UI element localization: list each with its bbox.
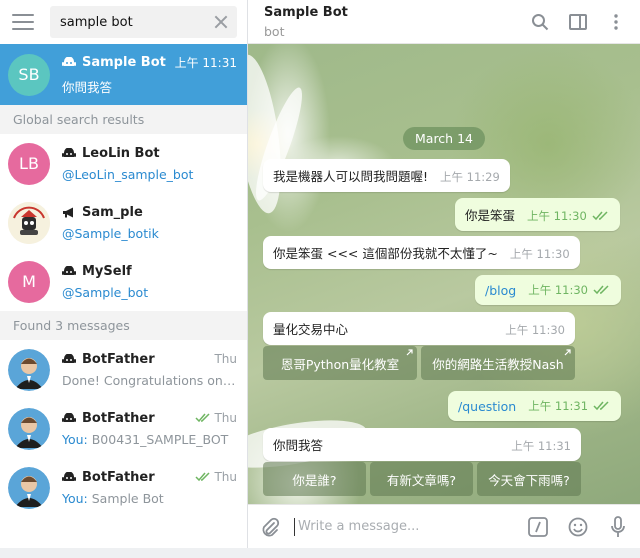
chat-header: Sample Bot bot: [248, 0, 640, 44]
global-results-header: Global search results: [0, 105, 247, 134]
chat-name: Sample Bot: [82, 54, 166, 70]
chat-status: bot: [264, 23, 285, 39]
message-time: Thu: [214, 352, 237, 366]
message-snippet: You: Sample Bot: [62, 490, 164, 506]
menu-icon[interactable]: [12, 14, 34, 30]
botfather-avatar: [8, 348, 50, 391]
chat-title[interactable]: Sample Bot: [264, 5, 348, 20]
inline-url-button[interactable]: 恩哥Python量化教室: [263, 346, 417, 380]
double-check-icon: [195, 413, 210, 423]
result-name: LeoLin Bot: [82, 145, 160, 161]
sidebar-toggle-icon[interactable]: [566, 10, 590, 34]
bot-icon: [62, 265, 76, 275]
microphone-icon[interactable]: [606, 515, 630, 539]
date-separator: March 14: [403, 127, 485, 150]
message-input[interactable]: [294, 517, 510, 536]
emoji-icon[interactable]: [566, 515, 590, 539]
message-sender: BotFather: [82, 410, 155, 426]
bot-icon: [62, 56, 76, 66]
message-bubble-incoming[interactable]: 我是機器人可以問我問題喔! 上午 11:29: [263, 159, 510, 192]
message-bubble-outgoing[interactable]: /question 上午 11:31: [448, 391, 622, 421]
megaphone-icon: [63, 207, 73, 217]
window-bottom-edge: [0, 548, 640, 558]
attach-icon[interactable]: [258, 515, 282, 539]
double-check-icon: [593, 285, 609, 295]
bot-icon: [62, 471, 76, 481]
message-bubble-outgoing[interactable]: 你是笨蛋 上午 11:30: [455, 198, 620, 231]
double-check-icon: [592, 211, 608, 221]
chat-list-pane: SB Sample Bot 上午 11:31 你問我答 Global searc…: [0, 0, 248, 548]
double-check-icon: [593, 401, 609, 411]
search-box[interactable]: [50, 6, 237, 38]
message-time: Thu: [195, 411, 237, 425]
found-messages-header: Found 3 messages: [0, 311, 247, 340]
bot-command-link[interactable]: /blog: [485, 283, 516, 298]
chat-background: March 14 我是機器人可以問我問題喔! 上午 11:29 你是笨蛋 上午 1…: [248, 44, 640, 504]
reply-keyboard-button[interactable]: 今天會下雨嗎?: [477, 462, 581, 496]
message-result-item[interactable]: BotFather Thu You: B00431_SAMPLE_BOT: [0, 399, 247, 458]
message-snippet: You: B00431_SAMPLE_BOT: [62, 431, 229, 447]
message-result-item[interactable]: BotFather Thu You: Sample Bot: [0, 458, 247, 517]
search-icon[interactable]: [528, 10, 552, 34]
result-handle: @LeoLin_sample_bot: [62, 166, 194, 182]
result-item-sam-ple[interactable]: Sam_ple @Sample_botik: [0, 193, 247, 252]
message-snippet: Done! Congratulations on yo...: [62, 372, 237, 388]
message-composer: [248, 504, 640, 548]
avatar: M: [8, 260, 50, 303]
message-sender: BotFather: [82, 469, 155, 485]
external-link-arrow-icon: [406, 349, 413, 356]
more-options-icon[interactable]: [604, 10, 628, 34]
chat-time: 上午 11:31: [174, 55, 237, 70]
message-result-item[interactable]: BotFather Thu Done! Congratulations on y…: [0, 340, 247, 399]
external-link-arrow-icon: [564, 349, 571, 356]
avatar: LB: [8, 142, 50, 185]
bot-icon: [62, 353, 76, 363]
result-item-myself[interactable]: M MySelf @Sample_bot: [0, 252, 247, 311]
inline-url-button[interactable]: 你的網路生活教授Nash: [421, 346, 575, 380]
message-bubble-incoming[interactable]: 量化交易中心 上午 11:30: [263, 312, 575, 345]
message-bubble-incoming[interactable]: 你是笨蛋 <<< 這個部份我就不太懂了~ 上午 11:30: [263, 236, 580, 269]
result-handle: @Sample_botik: [62, 225, 159, 241]
chat-preview: 你問我答: [62, 79, 113, 95]
double-check-icon: [195, 472, 210, 482]
reply-keyboard-button[interactable]: 有新文章嗎?: [370, 462, 473, 496]
message-sender: BotFather: [82, 351, 155, 367]
clear-search-icon[interactable]: [213, 14, 229, 30]
search-input[interactable]: [60, 14, 213, 30]
message-time: Thu: [195, 470, 237, 484]
message-bubble-incoming[interactable]: 你問我答 上午 11:31: [263, 428, 581, 461]
bot-commands-icon[interactable]: [526, 515, 550, 539]
message-bubble-outgoing[interactable]: /blog 上午 11:30: [475, 275, 621, 305]
result-name: Sam_ple: [82, 204, 143, 220]
search-bar: [0, 0, 247, 44]
result-item-leolin-bot[interactable]: LB LeoLin Bot @LeoLin_sample_bot: [0, 134, 247, 193]
reply-keyboard-button[interactable]: 你是誰?: [263, 462, 366, 496]
chat-pane: Sample Bot bot March 14 我是機器人可以問我問題喔! 上午 …: [248, 0, 640, 548]
channel-logo-avatar: [8, 201, 50, 244]
botfather-avatar: [8, 466, 50, 509]
bot-icon: [62, 412, 76, 422]
result-handle: @Sample_bot: [62, 284, 149, 300]
avatar: SB: [8, 53, 50, 96]
result-name: MySelf: [82, 263, 132, 279]
chat-item-sample-bot[interactable]: SB Sample Bot 上午 11:31 你問我答: [0, 44, 247, 105]
botfather-avatar: [8, 407, 50, 450]
bot-icon: [62, 147, 76, 157]
bot-command-link[interactable]: /question: [458, 399, 516, 414]
